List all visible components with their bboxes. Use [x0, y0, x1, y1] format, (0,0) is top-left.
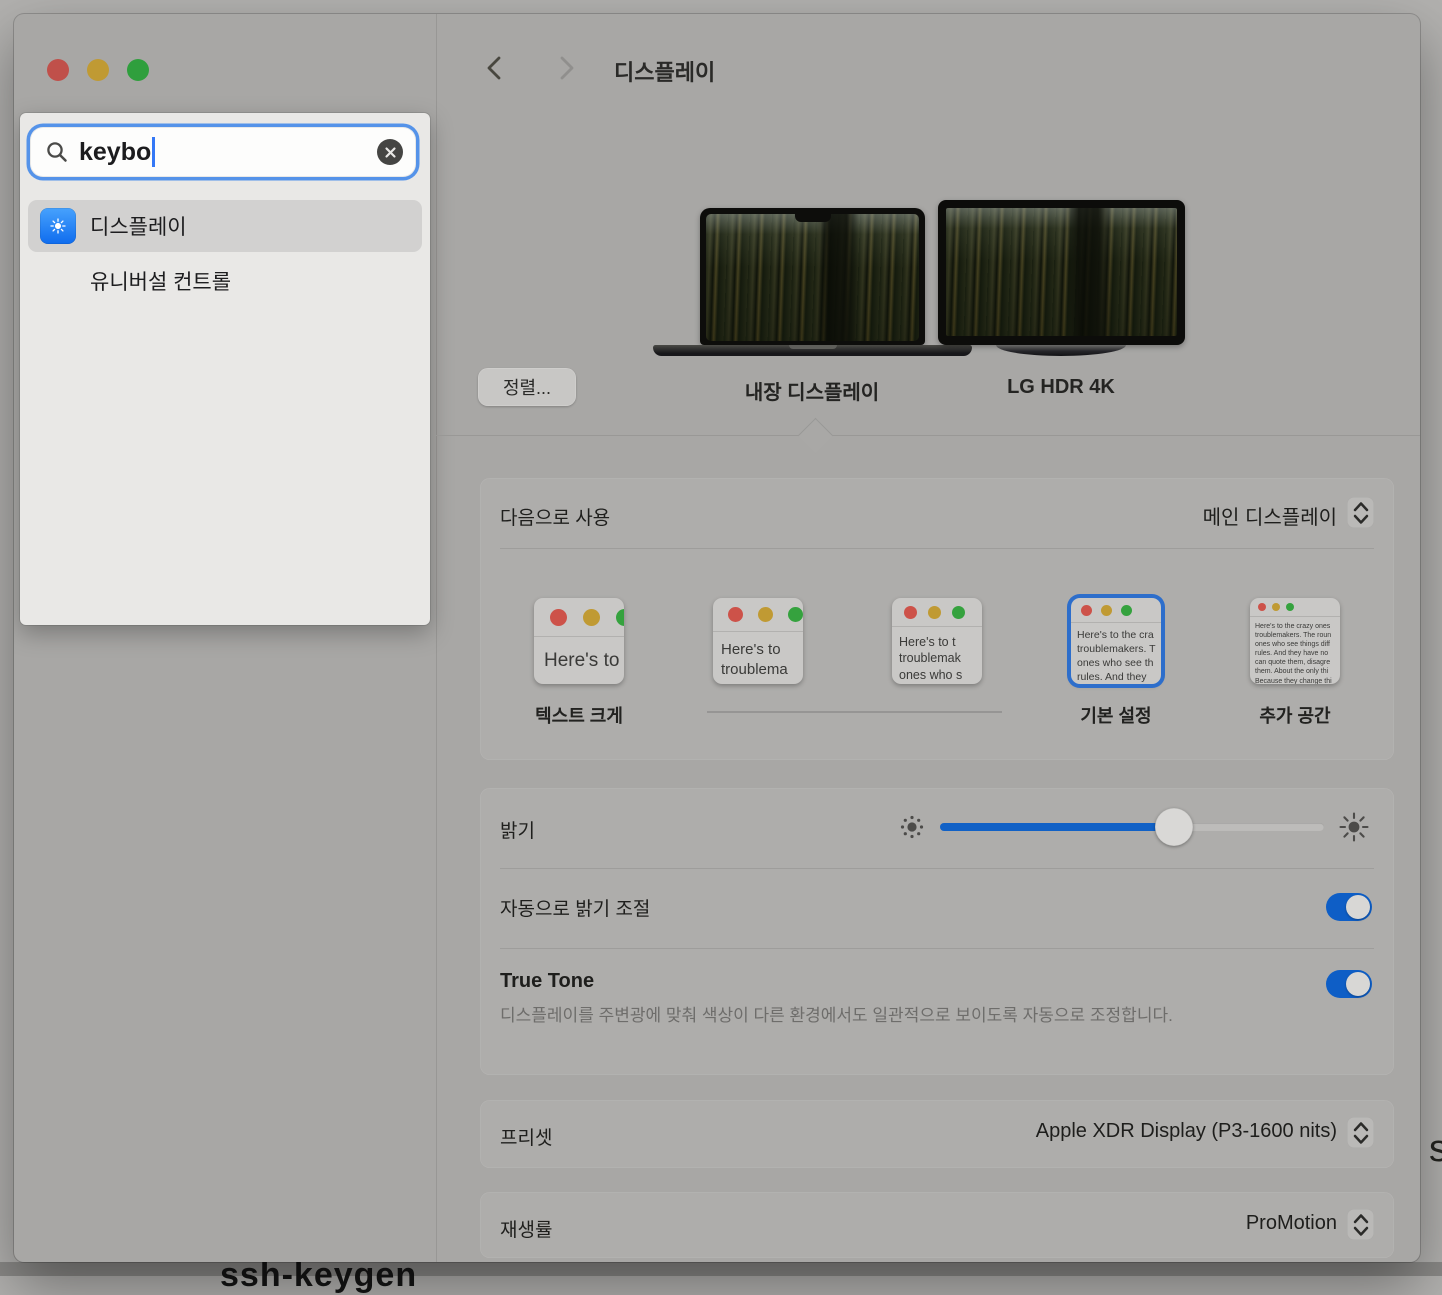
- external-display-label: LG HDR 4K: [936, 376, 1186, 399]
- section-divider: [436, 435, 1420, 436]
- brightness-label: 밝기: [500, 816, 535, 843]
- search-result-label: 유니버설 컨트롤: [90, 266, 231, 296]
- mini-traffic-light-y: [758, 607, 773, 622]
- use-as-label: 다음으로 사용: [500, 503, 610, 530]
- macbook-base: [653, 345, 972, 356]
- row-divider: [500, 868, 1374, 869]
- mini-traffic-light-g: [788, 607, 803, 622]
- brightness-card: 밝기: [480, 788, 1394, 1075]
- scaling-option-label: 기본 설정: [1026, 702, 1206, 728]
- preset-value[interactable]: Apple XDR Display (P3-1600 nits): [1036, 1120, 1337, 1143]
- brightness-dim-icon: [899, 814, 925, 845]
- external-display-thumbnail[interactable]: [938, 200, 1185, 345]
- back-button[interactable]: [484, 54, 506, 82]
- wallpaper-forest: [946, 208, 1177, 336]
- macbook-notch: [795, 214, 831, 222]
- mini-traffic-light-r: [904, 606, 917, 619]
- search-input[interactable]: keybo: [30, 127, 416, 177]
- builtin-display-label: 내장 디스플레이: [662, 376, 962, 405]
- forward-button[interactable]: [555, 54, 577, 82]
- mini-traffic-light-r: [1081, 605, 1092, 616]
- search-results-panel: keybo 디스플레이: [20, 113, 430, 625]
- close-window-button[interactable]: [47, 59, 69, 81]
- mini-window-text: Here's to the crazy onestroublemakers. T…: [1250, 617, 1340, 684]
- refresh-rate-label: 재생률: [500, 1215, 552, 1242]
- preset-card: 프리셋 Apple XDR Display (P3-1600 nits): [480, 1100, 1394, 1168]
- preset-label: 프리셋: [500, 1123, 552, 1150]
- refresh-rate-card: 재생률 ProMotion: [480, 1192, 1394, 1258]
- true-tone-label: True Tone: [500, 970, 594, 993]
- scaling-option-label: 텍스트 크게: [489, 702, 669, 728]
- selected-display-pointer: [798, 418, 833, 453]
- scaling-option-label: 추가 공간: [1205, 702, 1385, 728]
- search-icon: [45, 140, 69, 164]
- scaling-options-connector: [707, 711, 1002, 713]
- mini-traffic-light-r: [1258, 603, 1266, 611]
- mini-window-titlebar: [892, 598, 982, 627]
- row-divider: [500, 948, 1374, 949]
- search-result-universal-control[interactable]: 유니버설 컨트롤: [28, 256, 422, 306]
- scaling-option[interactable]: Here's to the cratroublemakers. Tones wh…: [1071, 598, 1161, 684]
- true-tone-description: 디스플레이를 주변광에 맞춰 색상이 다른 환경에서도 일관적으로 보이도록 자…: [500, 1003, 1260, 1029]
- system-settings-window: keybo 디스플레이: [14, 14, 1420, 1262]
- monitor-stand: [996, 345, 1126, 356]
- display-brightness-icon: [40, 208, 76, 244]
- auto-brightness-label: 자동으로 밝기 조절: [500, 894, 650, 921]
- mini-traffic-light-r: [550, 609, 567, 626]
- refresh-rate-popup-button[interactable]: [1347, 1209, 1374, 1240]
- mini-traffic-light-g: [1286, 603, 1294, 611]
- mini-window-text: Here's to ttroublemakones who s: [892, 627, 982, 683]
- mini-traffic-light-y: [928, 606, 941, 619]
- search-result-label: 디스플레이: [90, 211, 187, 241]
- search-result-display[interactable]: 디스플레이: [28, 200, 422, 252]
- builtin-display-thumbnail[interactable]: [700, 208, 925, 345]
- preset-popup-button[interactable]: [1347, 1117, 1374, 1148]
- sidebar-divider: [436, 14, 437, 1262]
- mini-window-text: Here's to the cratroublemakers. Tones wh…: [1071, 623, 1161, 684]
- brightness-slider[interactable]: [940, 823, 1324, 831]
- clear-search-button[interactable]: [377, 139, 403, 165]
- use-as-value[interactable]: 메인 디스플레이: [1203, 501, 1337, 530]
- mini-traffic-light-y: [1101, 605, 1112, 616]
- text-caret: [152, 137, 155, 167]
- brightness-bright-icon: [1338, 811, 1370, 848]
- mini-traffic-light-g: [616, 609, 624, 626]
- mini-window-text: Here's to: [534, 637, 624, 675]
- mini-traffic-light-r: [728, 607, 743, 622]
- use-as-popup-button[interactable]: [1347, 497, 1374, 528]
- background-strip: [0, 1262, 1442, 1276]
- background-edge-text: s: [1429, 1128, 1442, 1171]
- true-tone-toggle[interactable]: [1326, 970, 1372, 998]
- auto-brightness-toggle[interactable]: [1326, 893, 1372, 921]
- mini-window-titlebar: [1071, 598, 1161, 623]
- zoom-window-button[interactable]: [127, 59, 149, 81]
- wallpaper-forest: [706, 214, 919, 341]
- minimize-window-button[interactable]: [87, 59, 109, 81]
- mini-traffic-light-y: [1272, 603, 1280, 611]
- arrange-button[interactable]: 정렬...: [478, 368, 576, 406]
- mini-traffic-light-g: [1121, 605, 1132, 616]
- mini-window-titlebar: [713, 598, 803, 632]
- mini-traffic-light-g: [952, 606, 965, 619]
- mini-window-titlebar: [534, 598, 624, 637]
- scaling-option[interactable]: Here's totroublema: [713, 598, 803, 684]
- brightness-slider-fill: [940, 823, 1174, 831]
- brightness-slider-thumb[interactable]: [1155, 808, 1193, 846]
- row-divider: [500, 548, 1374, 549]
- scaling-option[interactable]: Here's to: [534, 598, 624, 684]
- scaling-option[interactable]: Here's to ttroublemakones who s: [892, 598, 982, 684]
- mini-traffic-light-y: [583, 609, 600, 626]
- scaling-option[interactable]: Here's to the crazy onestroublemakers. T…: [1250, 598, 1340, 684]
- refresh-rate-value[interactable]: ProMotion: [1246, 1212, 1337, 1235]
- display-settings-card: 다음으로 사용 메인 디스플레이 Here's to 텍스트 크게 Here's t…: [480, 478, 1394, 760]
- mini-window-text: Here's totroublema: [713, 632, 803, 680]
- page-title: 디스플레이: [614, 55, 715, 87]
- mini-window-titlebar: [1250, 598, 1340, 617]
- search-input-value: keybo: [79, 138, 151, 167]
